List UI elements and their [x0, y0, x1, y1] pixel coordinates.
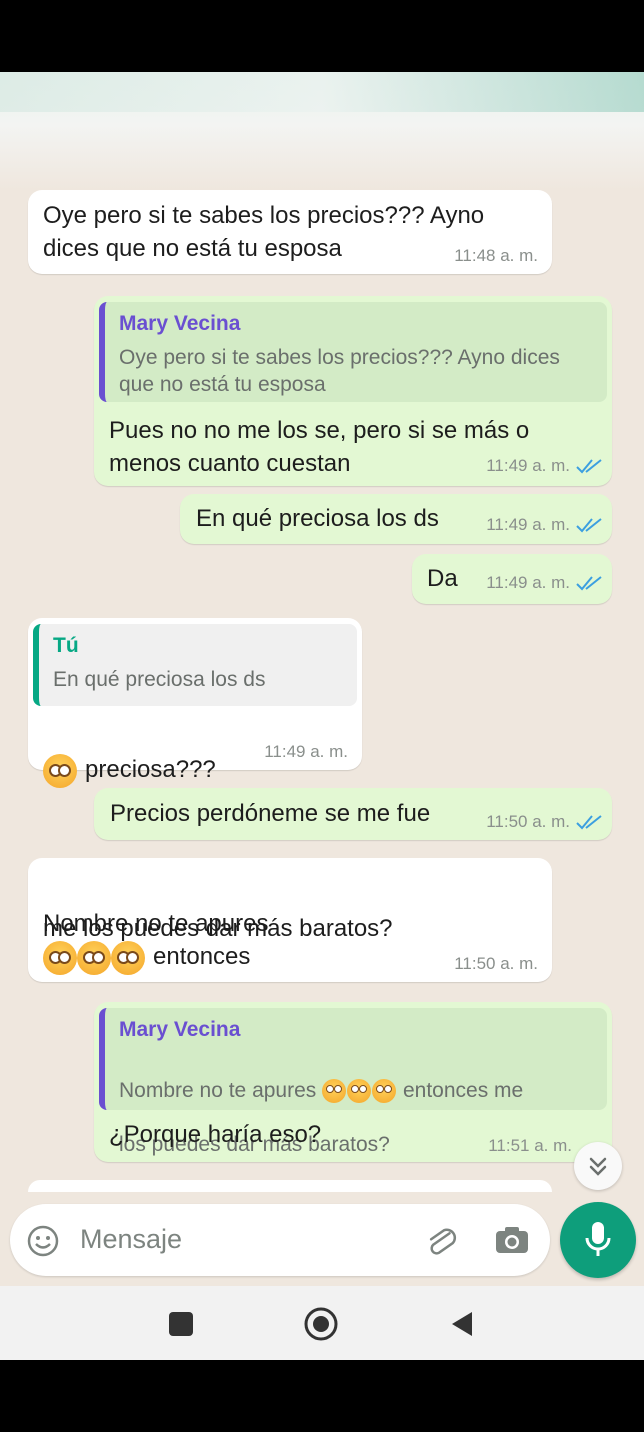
quote-author: Tú	[53, 634, 79, 657]
flushed-face-icon	[77, 940, 111, 975]
message-composer[interactable]: Mensaje	[10, 1204, 550, 1276]
message-time: 11:50 a. m.	[486, 812, 570, 831]
flushed-face-icon	[111, 940, 145, 975]
flushed-face-icon	[43, 940, 77, 975]
quote-text: Oye pero si te sabes los precios??? Ayno…	[119, 346, 560, 396]
message-time: 11:49 a. m.	[486, 573, 570, 592]
chevrons-down-icon	[589, 1157, 607, 1176]
message-text: Precios perdóneme se me fue	[110, 800, 431, 827]
message-text: En qué preciosa los ds	[196, 505, 439, 532]
message-time: 11:49 a. m.	[486, 515, 570, 534]
message-time: 11:48 a. m.	[454, 246, 538, 265]
flushed-face-icon	[43, 753, 77, 788]
chat-header-blur	[0, 72, 644, 190]
message-meta: 11:49 a. m.	[486, 456, 602, 476]
quoted-message[interactable]: Mary Vecina Oye pero si te sabes los pre…	[99, 302, 607, 402]
quote-author: Mary Vecina	[119, 312, 241, 335]
message-outgoing[interactable]: En qué preciosa los ds 11:49 a. m.	[180, 494, 612, 544]
microphone-icon	[585, 1222, 611, 1256]
paperclip-icon[interactable]	[422, 1222, 460, 1260]
message-meta: 11:49 a. m.	[486, 515, 602, 535]
message-meta: 11:49 a. m.	[486, 573, 602, 593]
message-outgoing[interactable]: Da 11:49 a. m.	[412, 554, 612, 604]
message-input[interactable]: Mensaje	[80, 1224, 182, 1255]
flushed-face-icon	[347, 1079, 372, 1104]
message-text: ¿Porque haría eso?	[109, 1121, 322, 1148]
quoted-message[interactable]: Tú En qué preciosa los ds	[33, 624, 357, 706]
read-ticks-icon	[576, 815, 602, 830]
quote-text: En qué preciosa los ds	[53, 668, 266, 691]
scroll-to-bottom-button[interactable]	[574, 1142, 622, 1190]
message-incoming[interactable]: Oye pero si te sabes los precios??? Ayno…	[28, 190, 552, 274]
flushed-face-icon	[372, 1079, 397, 1104]
message-time: 11:49 a. m.	[264, 742, 348, 761]
message-time: 11:51 a. m.	[488, 1136, 572, 1155]
message-meta: 11:51 a. m.	[488, 1136, 572, 1156]
partial-message	[28, 1180, 552, 1192]
square-recents-icon[interactable]	[169, 1312, 193, 1336]
read-ticks-icon	[576, 518, 602, 533]
camera-icon[interactable]	[494, 1224, 530, 1256]
read-ticks-icon	[576, 576, 602, 591]
message-outgoing[interactable]: Precios perdóneme se me fue 11:50 a. m.	[94, 788, 612, 840]
message-meta: 11:50 a. m.	[486, 812, 602, 832]
system-nav-bar	[0, 1286, 644, 1360]
message-text: Oye pero si te sabes los precios??? Ayno…	[43, 202, 485, 262]
message-time: 11:50 a. m.	[454, 954, 538, 973]
message-incoming[interactable]: Nombre no te apures entonces me los pued…	[28, 858, 552, 982]
read-ticks-icon	[576, 459, 602, 474]
message-text: Pues no no me los se, pero si se más o m…	[109, 417, 530, 477]
message-text-line2: me los puedes dar más baratos?	[43, 915, 393, 942]
triangle-back-icon[interactable]	[448, 1310, 476, 1338]
message-text: preciosa???	[43, 720, 216, 788]
message-time: 11:49 a. m.	[486, 456, 570, 475]
message-outgoing[interactable]: Mary Vecina Oye pero si te sabes los pre…	[94, 296, 612, 486]
quote-author: Mary Vecina	[119, 1018, 241, 1041]
circle-home-icon[interactable]	[303, 1306, 339, 1342]
message-text: Da	[427, 565, 458, 592]
message-incoming[interactable]: Tú En qué preciosa los ds preciosa??? 11…	[28, 618, 362, 788]
chat-screen: Oye pero si te sabes los precios??? Ayno…	[0, 72, 644, 1360]
voice-record-button[interactable]	[560, 1202, 636, 1278]
smiley-icon[interactable]	[26, 1224, 60, 1258]
quoted-message[interactable]: Mary Vecina Nombre no te apures entonces…	[99, 1008, 607, 1156]
flushed-face-icon	[322, 1079, 347, 1104]
message-outgoing[interactable]: Mary Vecina Nombre no te apures entonces…	[94, 1002, 612, 1162]
